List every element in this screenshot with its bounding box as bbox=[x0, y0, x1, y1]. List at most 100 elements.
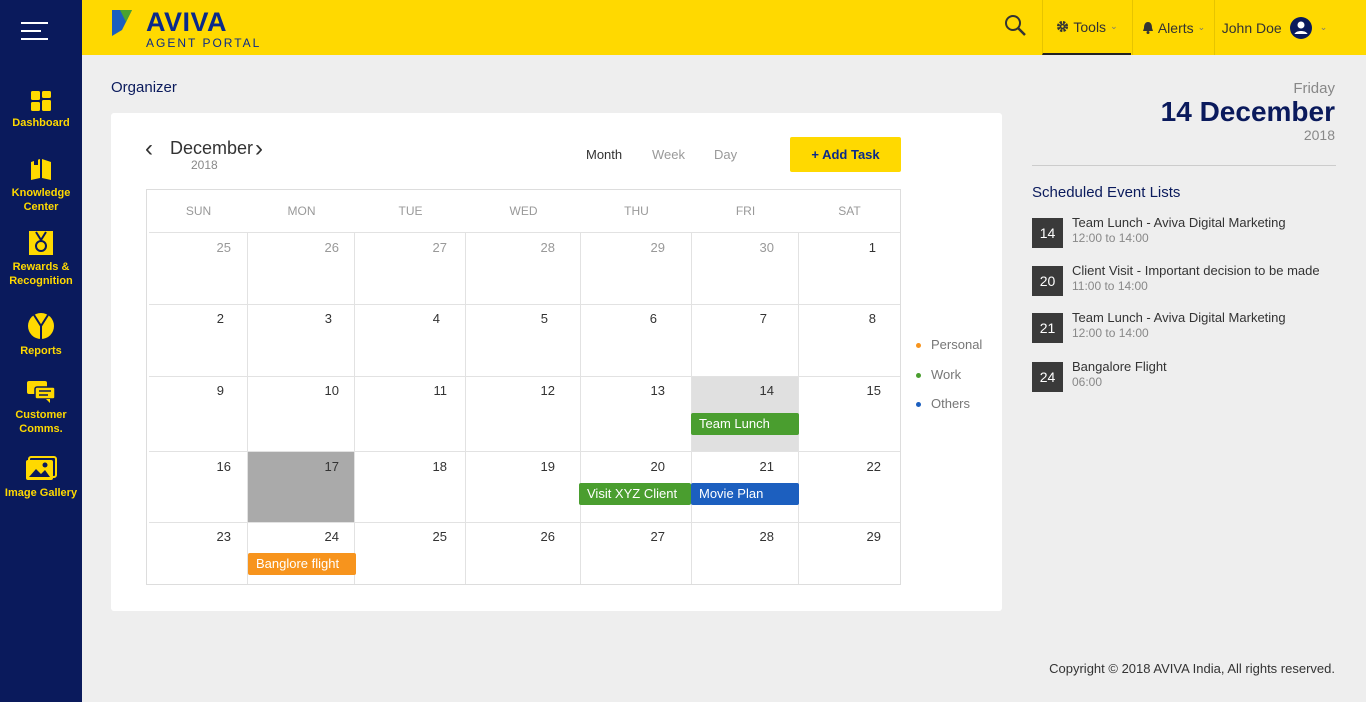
day-cell[interactable]: 7 bbox=[692, 311, 767, 326]
alerts-menu[interactable]: Alerts ⌄ bbox=[1132, 0, 1214, 55]
brand-name: AVIVA bbox=[146, 7, 228, 37]
event-team-lunch[interactable]: Team Lunch bbox=[691, 413, 799, 435]
day-cell[interactable]: 4 bbox=[355, 311, 440, 326]
user-menu[interactable]: John Doe ⌄ bbox=[1214, 0, 1334, 55]
day-cell[interactable]: 14 bbox=[692, 383, 774, 398]
day-cell[interactable]: 25 bbox=[355, 529, 447, 544]
dot-icon bbox=[916, 373, 921, 379]
day-cell[interactable]: 17 bbox=[248, 459, 339, 474]
search-button[interactable] bbox=[1004, 14, 1028, 43]
day-cell[interactable]: 2 bbox=[147, 311, 224, 326]
tab-month[interactable]: Month bbox=[586, 147, 622, 162]
user-avatar-icon bbox=[1289, 16, 1312, 39]
day-cell[interactable]: 26 bbox=[466, 529, 555, 544]
event-visit-client[interactable]: Visit XYZ Client bbox=[579, 483, 691, 505]
dot-icon bbox=[916, 402, 921, 408]
day-cell[interactable]: 23 bbox=[147, 529, 231, 544]
day-cell[interactable]: 13 bbox=[581, 383, 665, 398]
page-title: Organizer bbox=[111, 79, 177, 96]
selected-date-panel: Friday 14 December 2018 bbox=[1161, 80, 1335, 143]
grid-line bbox=[149, 304, 900, 305]
sidebar-item-label: Knowledge Center bbox=[11, 187, 71, 213]
tools-menu[interactable]: Tools ⌄ bbox=[1042, 0, 1131, 55]
day-cell[interactable]: 26 bbox=[248, 240, 339, 255]
scheduled-event-item[interactable]: 14 Team Lunch - Aviva Digital Marketing … bbox=[1032, 215, 1342, 250]
day-cell[interactable]: 29 bbox=[581, 240, 665, 255]
scheduled-event-item[interactable]: 24 Bangalore Flight 06:00 bbox=[1032, 359, 1342, 394]
day-cell[interactable]: 24 bbox=[248, 529, 339, 544]
tools-label: Tools bbox=[1073, 18, 1107, 35]
chevron-left-icon[interactable]: ‹ bbox=[145, 137, 153, 161]
day-cell[interactable]: 27 bbox=[581, 529, 665, 544]
day-cell[interactable]: 21 bbox=[692, 459, 774, 474]
weekday-header: WED bbox=[509, 204, 538, 218]
month-navigator: ‹ December 2018 › bbox=[145, 135, 275, 175]
selected-weekday: Friday bbox=[1293, 80, 1335, 97]
sidebar-item-dashboard[interactable]: Dashboard bbox=[0, 90, 82, 130]
grid-line bbox=[149, 232, 900, 233]
scheduled-event-item[interactable]: 20 Client Visit - Important decision to … bbox=[1032, 263, 1342, 298]
day-cell[interactable]: 29 bbox=[799, 529, 881, 544]
medal-icon bbox=[29, 231, 53, 255]
day-cell[interactable]: 22 bbox=[799, 459, 881, 474]
day-cell[interactable]: 16 bbox=[147, 459, 231, 474]
tab-day[interactable]: Day bbox=[714, 147, 737, 162]
event-day-badge: 14 bbox=[1032, 218, 1063, 248]
dot-icon bbox=[916, 343, 921, 349]
day-cell[interactable]: 3 bbox=[248, 311, 332, 326]
sidebar: Dashboard Knowledge Center Rewards & Rec… bbox=[0, 0, 82, 702]
grid-line bbox=[149, 376, 900, 377]
menu-icon[interactable] bbox=[21, 22, 48, 42]
gear-icon bbox=[1057, 20, 1069, 33]
day-cell[interactable]: 28 bbox=[692, 529, 774, 544]
weekday-header: SUN bbox=[185, 204, 212, 218]
day-cell[interactable]: 9 bbox=[147, 383, 224, 398]
scheduled-event-item[interactable]: 21 Team Lunch - Aviva Digital Marketing … bbox=[1032, 310, 1342, 345]
calendar-month: December bbox=[170, 138, 254, 158]
schedule-title: Scheduled Event Lists bbox=[1032, 184, 1181, 201]
legend-label: Personal bbox=[931, 337, 983, 352]
day-cell[interactable]: 18 bbox=[355, 459, 447, 474]
day-cell[interactable]: 25 bbox=[147, 240, 231, 255]
day-cell[interactable]: 30 bbox=[692, 240, 774, 255]
day-cell[interactable]: 6 bbox=[581, 311, 657, 326]
sidebar-item-image-gallery[interactable]: Image Gallery bbox=[0, 456, 82, 500]
weekday-header: THU bbox=[624, 204, 649, 218]
sidebar-item-customer-comms[interactable]: Customer Comms. bbox=[0, 380, 82, 436]
chevron-down-icon: ⌄ bbox=[1197, 22, 1206, 32]
event-day-badge: 20 bbox=[1032, 266, 1063, 296]
event-day-badge: 24 bbox=[1032, 362, 1063, 392]
day-cell[interactable]: 20 bbox=[581, 459, 665, 474]
event-movie-plan[interactable]: Movie Plan bbox=[691, 483, 799, 505]
chevron-right-icon[interactable]: › bbox=[255, 137, 263, 161]
day-cell[interactable]: 27 bbox=[355, 240, 447, 255]
weekday-header: SAT bbox=[838, 204, 861, 218]
day-cell[interactable]: 28 bbox=[466, 240, 555, 255]
day-cell[interactable]: 11 bbox=[355, 383, 448, 398]
add-task-button[interactable]: + Add Task bbox=[790, 137, 901, 172]
chat-icon bbox=[27, 381, 56, 403]
calendar-year: 2018 bbox=[191, 158, 218, 172]
sidebar-item-rewards[interactable]: Rewards & Recognition bbox=[0, 230, 82, 288]
sidebar-item-label: Customer Comms. bbox=[15, 409, 67, 435]
sidebar-item-label: Rewards & Recognition bbox=[9, 261, 73, 287]
day-cell[interactable]: 1 bbox=[799, 240, 876, 255]
day-cell[interactable]: 15 bbox=[799, 383, 881, 398]
day-cell[interactable]: 5 bbox=[466, 311, 548, 326]
day-cell[interactable]: 19 bbox=[466, 459, 555, 474]
pie-chart-icon bbox=[28, 313, 54, 339]
alerts-label: Alerts bbox=[1157, 19, 1194, 36]
selected-day-month: 14 December bbox=[1160, 96, 1335, 127]
day-cell[interactable]: 12 bbox=[466, 383, 555, 398]
sidebar-item-knowledge-center[interactable]: Knowledge Center bbox=[0, 156, 82, 214]
event-banglore-flight[interactable]: Banglore flight bbox=[248, 553, 356, 575]
tab-week[interactable]: Week bbox=[652, 147, 685, 162]
sidebar-item-reports[interactable]: Reports bbox=[0, 312, 82, 358]
day-cell[interactable]: 8 bbox=[799, 311, 876, 326]
grid-line bbox=[149, 451, 900, 452]
brand-subtitle: AGENT PORTAL bbox=[146, 36, 262, 50]
day-cell[interactable]: 10 bbox=[248, 383, 339, 398]
copyright-text: Copyright © 2018 AVIVA India, All rights… bbox=[1049, 661, 1335, 676]
selected-year: 2018 bbox=[1303, 127, 1335, 143]
aviva-logo[interactable]: AVIVA AGENT PORTAL bbox=[112, 6, 272, 52]
